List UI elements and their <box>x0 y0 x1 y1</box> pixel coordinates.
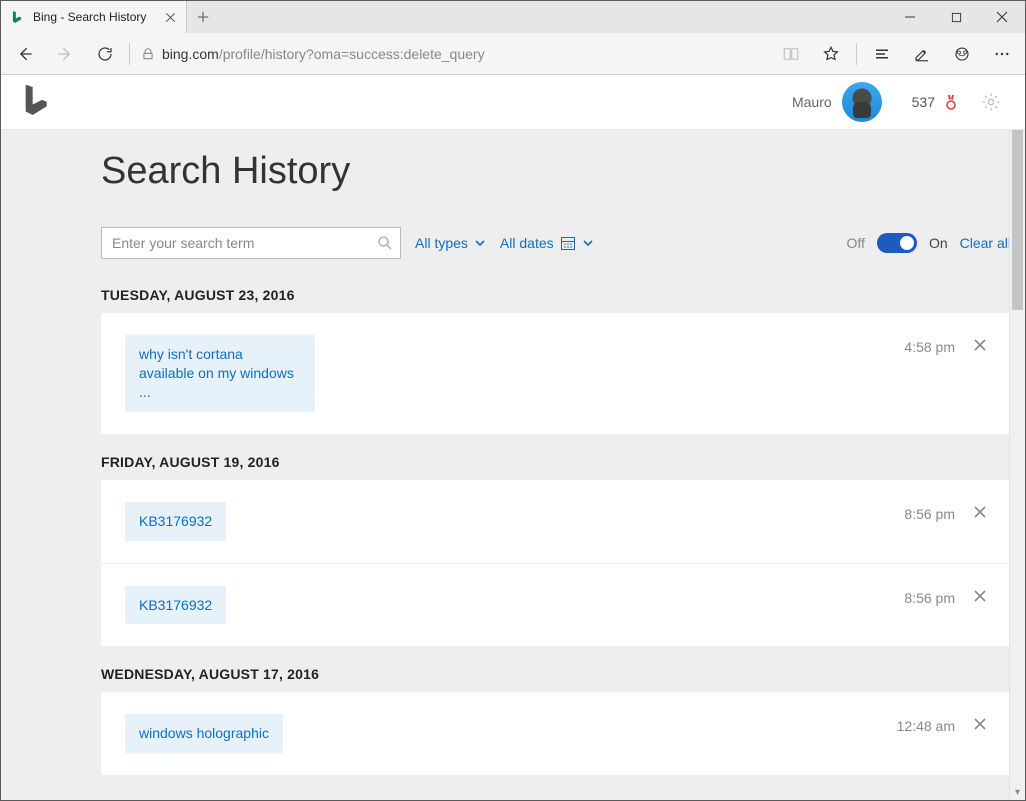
calendar-icon <box>560 235 576 251</box>
history-list: TUESDAY, AUGUST 23, 2016 why isn't cortan… <box>101 287 1011 775</box>
history-entry: why isn't cortana available on my window… <box>101 313 1011 434</box>
nav-refresh-button[interactable] <box>85 33 125 75</box>
date-header: FRIDAY, AUGUST 19, 2016 <box>101 454 1011 470</box>
history-query-link[interactable]: KB3176932 <box>125 586 226 625</box>
search-icon[interactable] <box>376 234 394 252</box>
tab-close-icon[interactable] <box>162 9 178 25</box>
bing-header: Mauro 537 <box>1 75 1025 130</box>
delete-entry-button[interactable] <box>973 505 987 519</box>
bing-favicon-icon <box>9 9 25 25</box>
window-minimize-button[interactable] <box>887 1 933 33</box>
history-query-link[interactable]: why isn't cortana available on my window… <box>125 335 315 412</box>
window-close-button[interactable] <box>979 1 1025 33</box>
history-entry-time: 4:58 pm <box>904 339 955 355</box>
clear-all-link[interactable]: Clear all <box>960 235 1011 251</box>
filter-dates-dropdown[interactable]: All dates <box>500 235 594 251</box>
history-entry-time: 8:56 pm <box>904 590 955 606</box>
history-entry: KB3176932 8:56 pm <box>101 563 1011 647</box>
nav-back-button[interactable] <box>5 33 45 75</box>
history-entry-time: 12:48 am <box>897 718 955 734</box>
separator <box>856 43 857 65</box>
history-query-link[interactable]: KB3176932 <box>125 502 226 541</box>
url-field[interactable]: bing.com/profile/history?oma=success:del… <box>162 46 772 62</box>
history-query-link[interactable]: windows holographic <box>125 714 283 753</box>
window-controls <box>887 1 1025 33</box>
delete-entry-button[interactable] <box>973 717 987 731</box>
scrollbar[interactable]: ▾ <box>1009 130 1025 800</box>
day-card: KB3176932 8:56 pm KB3176932 8:56 pm <box>101 480 1011 647</box>
browser-window: Bing - Search History <box>0 0 1026 801</box>
chevron-down-icon <box>474 237 486 249</box>
scrollbar-thumb[interactable] <box>1012 130 1023 310</box>
history-entry: KB3176932 8:56 pm <box>101 480 1011 563</box>
history-toggle[interactable] <box>877 233 917 253</box>
bing-logo-icon[interactable] <box>21 82 51 122</box>
date-header: TUESDAY, AUGUST 23, 2016 <box>101 287 1011 303</box>
date-header: WEDNESDAY, AUGUST 17, 2016 <box>101 666 1011 682</box>
tab-title: Bing - Search History <box>33 10 162 24</box>
window-maximize-button[interactable] <box>933 1 979 33</box>
settings-gear-icon[interactable] <box>981 92 1001 112</box>
rewards-points[interactable]: 537 <box>912 94 935 110</box>
filter-types-label: All types <box>415 235 468 251</box>
share-icon[interactable] <box>943 33 981 75</box>
page-title: Search History <box>101 150 1011 193</box>
username-label[interactable]: Mauro <box>792 94 832 110</box>
titlebar: Bing - Search History <box>1 1 1025 33</box>
separator <box>129 43 130 65</box>
day-card: why isn't cortana available on my window… <box>101 313 1011 434</box>
history-entry: windows holographic 12:48 am <box>101 692 1011 775</box>
url-domain: bing.com <box>162 46 219 62</box>
address-bar: bing.com/profile/history?oma=success:del… <box>1 33 1025 75</box>
history-entry-time: 8:56 pm <box>904 506 955 522</box>
user-avatar[interactable] <box>842 82 882 122</box>
history-search-input[interactable] <box>112 235 376 251</box>
tab-strip: Bing - Search History <box>1 1 887 33</box>
toggle-on-label: On <box>929 235 948 251</box>
browser-tab[interactable]: Bing - Search History <box>1 1 187 33</box>
webnote-icon[interactable] <box>903 33 941 75</box>
day-card: windows holographic 12:48 am <box>101 692 1011 775</box>
new-tab-button[interactable] <box>187 1 219 33</box>
filter-dates-label: All dates <box>500 235 554 251</box>
chevron-down-icon <box>582 237 594 249</box>
lock-icon <box>134 47 162 61</box>
url-path: /profile/history?oma=success:delete_quer… <box>219 46 485 62</box>
content-area: Search History All types All dates <box>1 130 1025 800</box>
nav-forward-button[interactable] <box>45 33 85 75</box>
address-right-icons <box>772 33 1021 75</box>
filter-types-dropdown[interactable]: All types <box>415 235 486 251</box>
hub-icon[interactable] <box>863 33 901 75</box>
delete-entry-button[interactable] <box>973 338 987 352</box>
history-search-box[interactable] <box>101 227 401 259</box>
toggle-off-label: Off <box>847 235 865 251</box>
scrollbar-down-arrow[interactable]: ▾ <box>1010 784 1025 800</box>
filter-row: All types All dates Off On Clear all <box>101 227 1011 259</box>
more-icon[interactable] <box>983 33 1021 75</box>
delete-entry-button[interactable] <box>973 589 987 603</box>
favorite-star-icon[interactable] <box>812 33 850 75</box>
rewards-medal-icon <box>943 94 959 110</box>
reading-view-icon[interactable] <box>772 33 810 75</box>
